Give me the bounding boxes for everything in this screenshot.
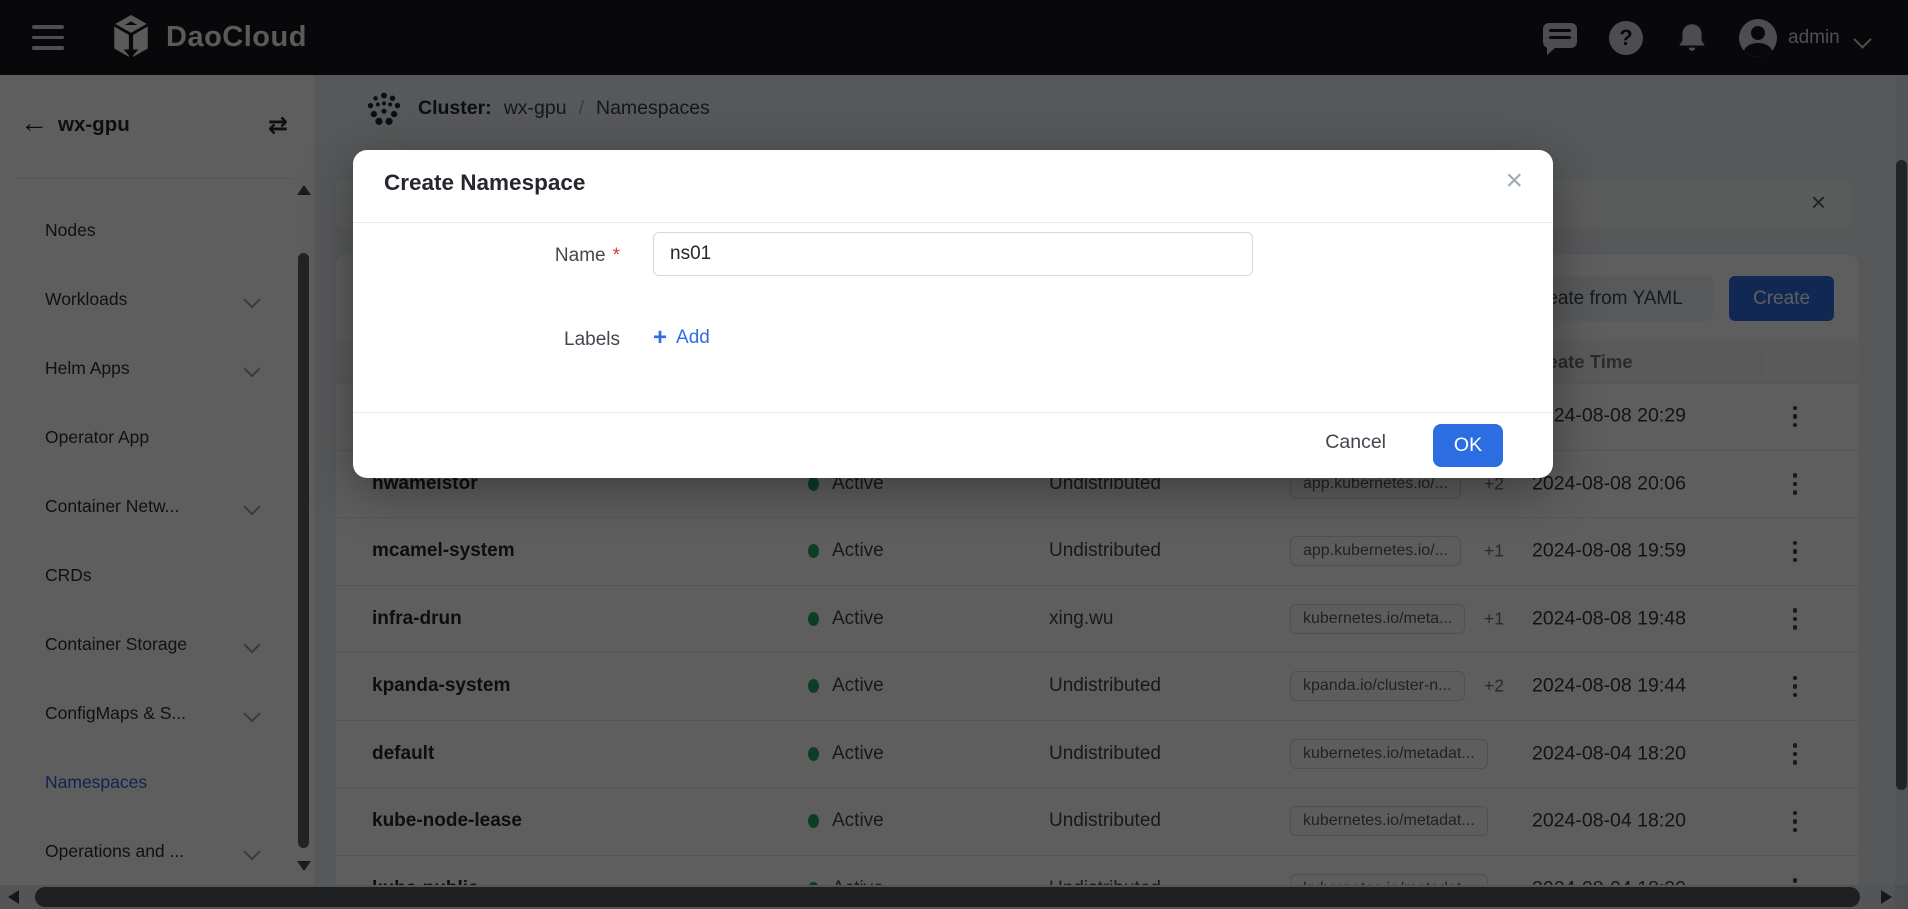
modal-body: Name* Labels + Add bbox=[353, 222, 1553, 412]
app-window: DaoCloud ? admin ← wx-gpu ⇄ bbox=[0, 0, 1908, 909]
modal-title: Create Namespace bbox=[384, 170, 585, 196]
name-input[interactable] bbox=[653, 232, 1253, 276]
modal-header: Create Namespace × bbox=[353, 150, 1553, 223]
ok-button[interactable]: OK bbox=[1433, 424, 1503, 467]
cancel-button[interactable]: Cancel bbox=[1325, 431, 1386, 454]
add-label-text: Add bbox=[676, 327, 710, 349]
add-label-button[interactable]: + Add bbox=[653, 326, 710, 350]
required-marker: * bbox=[613, 245, 620, 266]
close-icon[interactable]: × bbox=[1505, 166, 1523, 196]
labels-field-label: Labels bbox=[453, 329, 620, 351]
create-namespace-modal: Create Namespace × Name* Labels + Add Ca… bbox=[353, 150, 1553, 478]
plus-icon: + bbox=[653, 326, 667, 350]
name-field-label: Name* bbox=[453, 245, 620, 267]
modal-footer: Cancel OK bbox=[353, 412, 1553, 479]
